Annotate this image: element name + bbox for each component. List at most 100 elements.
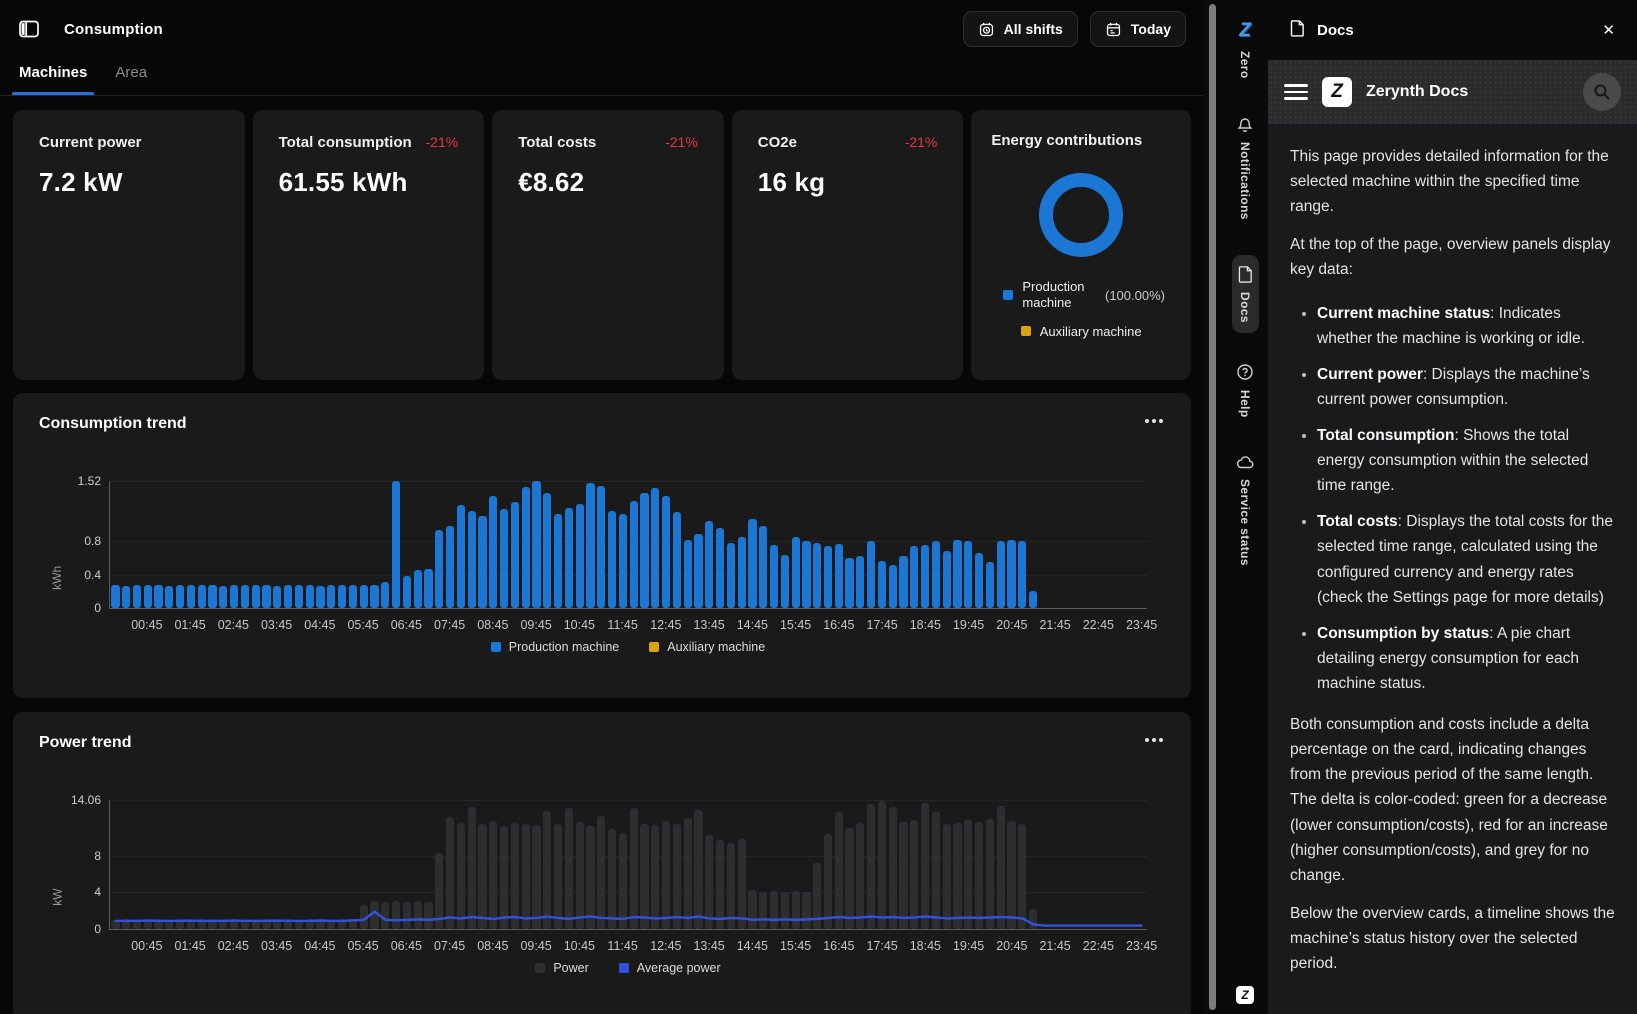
bar (608, 511, 616, 608)
zerynth-logo-icon: Z (1322, 77, 1352, 107)
consumption-plot: 00.40.81.52 (109, 481, 1147, 609)
bar (1018, 541, 1026, 608)
bar (554, 514, 562, 608)
x-tick-label: 17:45 (866, 939, 897, 953)
nav-item-notifications[interactable]: Notifications (1236, 115, 1254, 220)
bar (306, 585, 314, 608)
x-tick-label: 07:45 (434, 939, 465, 953)
card-value: €8.62 (518, 167, 698, 198)
bar (360, 585, 368, 608)
y-tick-label: 0.4 (84, 568, 101, 582)
docs-bullet-item: Current power: Displays the machine’s cu… (1317, 362, 1615, 412)
docs-content: This page provides detailed information … (1268, 124, 1637, 976)
bar (716, 528, 724, 608)
current-power-card: Current power 7.2 kW (13, 110, 245, 380)
sidebar-toggle-icon[interactable] (18, 18, 40, 40)
total-consumption-card: Total consumption -21% 61.55 kWh (253, 110, 485, 380)
more-menu-button[interactable] (1141, 734, 1167, 746)
consumption-trend-card: Consumption trend kWh 00.40.81.52 00:450… (13, 393, 1191, 698)
bell-icon (1236, 115, 1254, 133)
production-machine-pct: (100.00%) (1105, 288, 1165, 303)
bar (176, 585, 184, 608)
nav-item-zero[interactable]: ZZero (1238, 20, 1252, 79)
search-button[interactable] (1583, 73, 1621, 111)
chart-legend: PowerAverage power (109, 961, 1147, 975)
bar (921, 545, 929, 609)
nav-item-docs[interactable]: Docs (1232, 255, 1259, 333)
x-tick-label: 14:45 (737, 618, 768, 632)
card-label: Current power (39, 134, 142, 151)
legend-item: Power (535, 961, 588, 975)
card-value: 61.55 kWh (279, 167, 459, 198)
x-tick-label: 02:45 (218, 618, 249, 632)
bar (619, 514, 627, 608)
power-trend-card: Power trend kW 04814.06 00:4501:4502:450… (13, 712, 1191, 1014)
today-button[interactable]: Today (1090, 11, 1186, 47)
x-tick-label: 03:45 (261, 618, 292, 632)
bar (522, 487, 530, 608)
y-tick-label: 0 (94, 922, 101, 936)
scrollbar-thumb[interactable] (1209, 4, 1216, 1010)
bar (1007, 540, 1015, 609)
x-tick-label: 03:45 (261, 939, 292, 953)
bar (835, 544, 843, 608)
bar (489, 496, 497, 608)
x-tick-label: 19:45 (953, 618, 984, 632)
bar (565, 508, 573, 608)
bar (630, 501, 638, 608)
nav-item-label: Help (1238, 390, 1252, 418)
bar (295, 585, 303, 608)
cloud-icon (1236, 454, 1255, 470)
x-tick-label: 20:45 (996, 618, 1027, 632)
bar (500, 509, 508, 608)
more-menu-button[interactable] (1141, 415, 1167, 427)
x-tick-label: 21:45 (1039, 618, 1070, 632)
delta-badge: -21% (426, 134, 459, 150)
energy-legend: Production machine (100.00%) Auxiliary m… (991, 279, 1171, 339)
docs-panel-header: Docs ✕ (1268, 0, 1637, 60)
tab-bar: Machines Area (0, 58, 1204, 96)
bar (975, 553, 983, 608)
bar (403, 576, 411, 608)
zerynth-badge-icon[interactable]: Z (1236, 986, 1254, 1004)
bar (1029, 591, 1037, 608)
x-tick-label: 13:45 (693, 618, 724, 632)
all-shifts-button[interactable]: All shifts (963, 11, 1078, 47)
production-machine-swatch (1003, 290, 1013, 300)
docs-bullet-item: Consumption by status: A pie chart detai… (1317, 621, 1615, 696)
chart-title: Consumption trend (39, 415, 1165, 433)
topbar: Consumption All shifts (0, 0, 1204, 58)
card-label: Energy contributions (991, 132, 1171, 149)
nav-item-help[interactable]: Help (1236, 363, 1254, 418)
x-tick-label: 21:45 (1039, 939, 1070, 953)
bar (532, 481, 540, 608)
bar (845, 558, 853, 608)
bar (576, 504, 584, 608)
y-tick-label: 1.52 (78, 474, 101, 488)
x-tick-label: 08:45 (477, 939, 508, 953)
close-icon[interactable]: ✕ (1602, 21, 1615, 39)
document-icon (1290, 19, 1305, 42)
docs-paragraph: This page provides detailed information … (1290, 144, 1615, 219)
bar (910, 546, 918, 608)
x-tick-label: 09:45 (520, 618, 551, 632)
bar (705, 521, 713, 608)
nav-item-label: Service status (1238, 479, 1252, 566)
nav-item-service-status[interactable]: Service status (1236, 454, 1255, 566)
tab-area[interactable]: Area (115, 58, 147, 95)
bar (122, 586, 130, 608)
bar (154, 585, 162, 608)
chart-legend: Production machineAuxiliary machine (109, 640, 1147, 654)
x-tick-label: 18:45 (910, 618, 941, 632)
app-root: Consumption All shifts (0, 0, 1637, 1014)
x-tick-label: 22:45 (1083, 939, 1114, 953)
bar (964, 541, 972, 608)
x-tick-label: 14:45 (737, 939, 768, 953)
bar (813, 543, 821, 608)
menu-icon[interactable] (1284, 84, 1308, 100)
bar (262, 585, 270, 608)
legend-swatch (491, 642, 501, 652)
legend-item: Auxiliary machine (649, 640, 765, 654)
tab-machines[interactable]: Machines (19, 58, 87, 95)
bar (867, 541, 875, 608)
